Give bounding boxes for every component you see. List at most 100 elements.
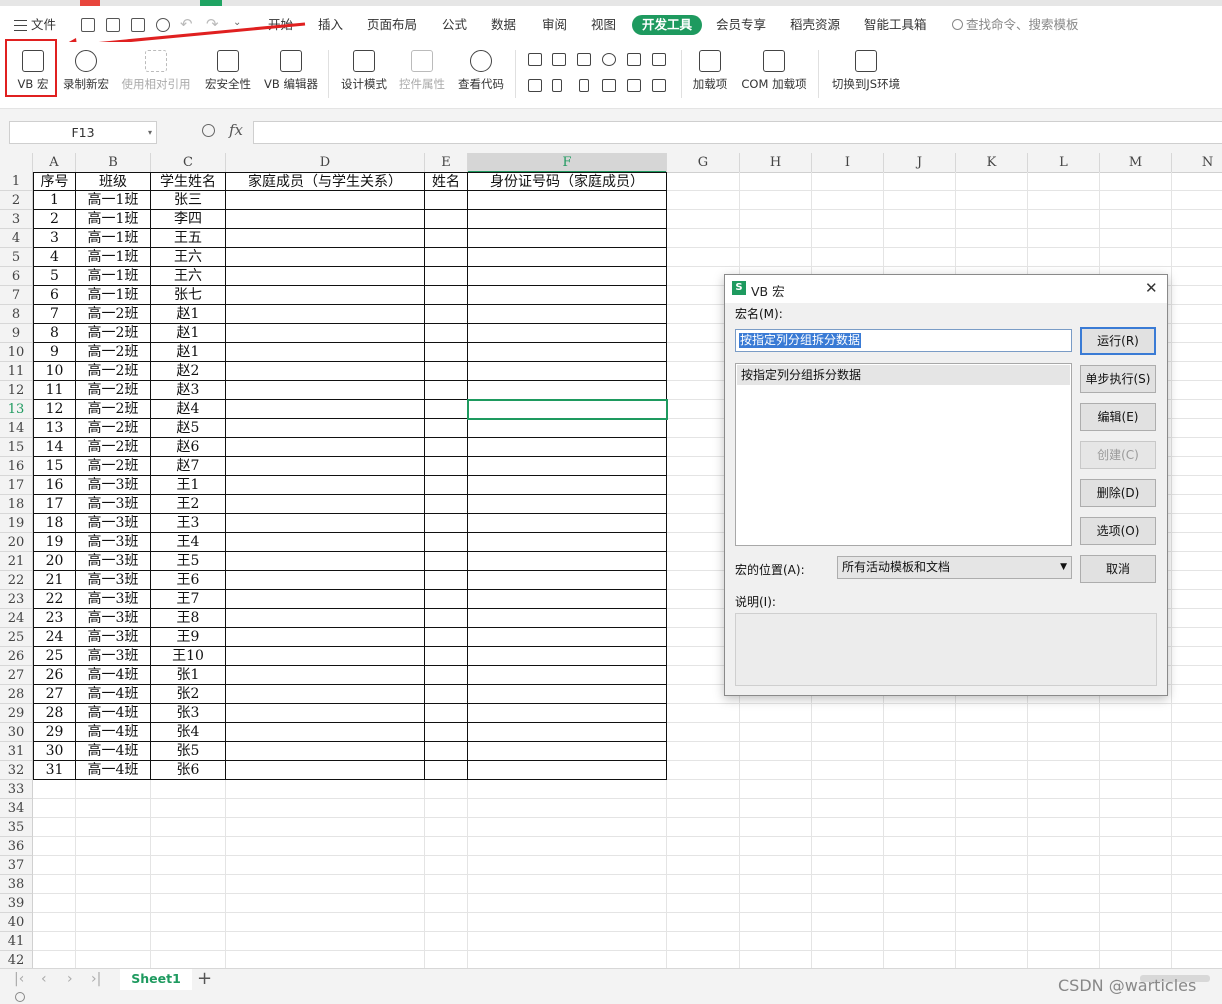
textbox-control-icon[interactable] xyxy=(602,79,616,92)
combobox-control-icon[interactable] xyxy=(652,53,666,66)
addins-button[interactable]: 加载项 xyxy=(690,48,730,102)
cell[interactable] xyxy=(468,533,667,552)
tab-review[interactable]: 审阅 xyxy=(542,16,567,34)
row-header[interactable]: 15 xyxy=(0,438,33,457)
row-header[interactable]: 19 xyxy=(0,514,33,533)
data-cell[interactable]: 13 xyxy=(33,419,76,438)
row-header[interactable]: 14 xyxy=(0,419,33,438)
data-cell[interactable]: 高一1班 xyxy=(76,210,151,229)
cell[interactable] xyxy=(812,742,884,761)
cell[interactable] xyxy=(425,799,468,818)
cancel-button[interactable]: 取消 xyxy=(1080,555,1156,583)
row-header[interactable]: 41 xyxy=(0,932,33,951)
cell[interactable] xyxy=(468,552,667,571)
cell[interactable] xyxy=(884,704,956,723)
cell[interactable] xyxy=(1100,818,1172,837)
view-code-button[interactable]: 查看代码 xyxy=(455,48,507,102)
cell[interactable] xyxy=(468,685,667,704)
cell[interactable] xyxy=(956,210,1028,229)
cell[interactable] xyxy=(425,286,468,305)
checkbox-control-icon[interactable] xyxy=(528,53,542,66)
cell[interactable] xyxy=(812,894,884,913)
cell[interactable] xyxy=(1028,932,1100,951)
cell[interactable] xyxy=(1028,818,1100,837)
cell[interactable] xyxy=(812,799,884,818)
row-header[interactable]: 1 xyxy=(0,172,33,191)
tab-page-layout[interactable]: 页面布局 xyxy=(367,16,417,34)
cell[interactable] xyxy=(740,191,812,210)
cell[interactable] xyxy=(468,191,667,210)
cell[interactable] xyxy=(468,343,667,362)
next-sheet-icon[interactable]: › xyxy=(67,971,73,987)
cell[interactable] xyxy=(1028,210,1100,229)
data-cell[interactable]: 张1 xyxy=(151,666,226,685)
data-cell[interactable]: 王6 xyxy=(151,571,226,590)
cell[interactable] xyxy=(1172,324,1222,343)
macro-security-button[interactable]: 宏安全性 xyxy=(202,48,254,102)
cell[interactable] xyxy=(33,913,76,932)
cell[interactable] xyxy=(1172,571,1222,590)
cell[interactable] xyxy=(1100,951,1172,968)
spin-button-icon[interactable] xyxy=(579,79,589,92)
first-sheet-icon[interactable]: |‹ xyxy=(14,971,24,987)
command-search[interactable]: 查找命令、搜索模板 xyxy=(952,16,1079,34)
data-cell[interactable]: 高一2班 xyxy=(76,343,151,362)
cell[interactable] xyxy=(226,704,425,723)
cell[interactable] xyxy=(76,913,151,932)
cell[interactable] xyxy=(956,799,1028,818)
cell[interactable] xyxy=(425,248,468,267)
data-cell[interactable]: 高一4班 xyxy=(76,742,151,761)
cell[interactable] xyxy=(226,381,425,400)
data-cell[interactable]: 王7 xyxy=(151,590,226,609)
label-control-icon[interactable] xyxy=(552,53,566,66)
row-header[interactable]: 29 xyxy=(0,704,33,723)
cell[interactable] xyxy=(667,761,740,780)
cell[interactable] xyxy=(1172,381,1222,400)
cell[interactable] xyxy=(812,913,884,932)
cell[interactable] xyxy=(667,951,740,968)
cell[interactable] xyxy=(1100,229,1172,248)
cell[interactable] xyxy=(812,761,884,780)
data-cell[interactable]: 20 xyxy=(33,552,76,571)
formula-input[interactable] xyxy=(253,121,1222,144)
cell[interactable] xyxy=(1172,856,1222,875)
cell[interactable] xyxy=(1028,229,1100,248)
row-header[interactable]: 28 xyxy=(0,685,33,704)
cell[interactable] xyxy=(468,932,667,951)
zoom-icon[interactable] xyxy=(202,124,215,137)
vb-editor-button[interactable]: VB 编辑器 xyxy=(261,48,321,102)
cell[interactable] xyxy=(884,780,956,799)
cell[interactable] xyxy=(226,875,425,894)
cell[interactable] xyxy=(884,210,956,229)
row-header[interactable]: 18 xyxy=(0,495,33,514)
data-cell[interactable]: 张5 xyxy=(151,742,226,761)
cell[interactable] xyxy=(468,438,667,457)
cell[interactable] xyxy=(425,932,468,951)
column-header[interactable]: B xyxy=(76,153,151,172)
cell[interactable] xyxy=(1172,932,1222,951)
column-header[interactable]: C xyxy=(151,153,226,172)
cell[interactable] xyxy=(33,856,76,875)
cell[interactable] xyxy=(956,951,1028,968)
data-cell[interactable]: 16 xyxy=(33,476,76,495)
data-cell[interactable]: 26 xyxy=(33,666,76,685)
macro-list[interactable]: 按指定列分组拆分数据 xyxy=(735,363,1072,546)
cell[interactable] xyxy=(425,818,468,837)
cell[interactable] xyxy=(226,210,425,229)
row-header[interactable]: 34 xyxy=(0,799,33,818)
cell[interactable] xyxy=(76,856,151,875)
cell[interactable] xyxy=(1028,913,1100,932)
row-header[interactable]: 6 xyxy=(0,267,33,286)
header-cell[interactable]: 姓名 xyxy=(425,172,468,191)
cell[interactable] xyxy=(667,875,740,894)
header-cell[interactable]: 序号 xyxy=(33,172,76,191)
cell[interactable] xyxy=(226,305,425,324)
cell[interactable] xyxy=(667,191,740,210)
last-sheet-icon[interactable]: ›| xyxy=(91,971,101,987)
data-cell[interactable]: 王5 xyxy=(151,552,226,571)
cell[interactable] xyxy=(468,742,667,761)
data-cell[interactable]: 9 xyxy=(33,343,76,362)
data-cell[interactable]: 15 xyxy=(33,457,76,476)
column-header[interactable]: N xyxy=(1172,153,1222,172)
cell[interactable] xyxy=(33,780,76,799)
